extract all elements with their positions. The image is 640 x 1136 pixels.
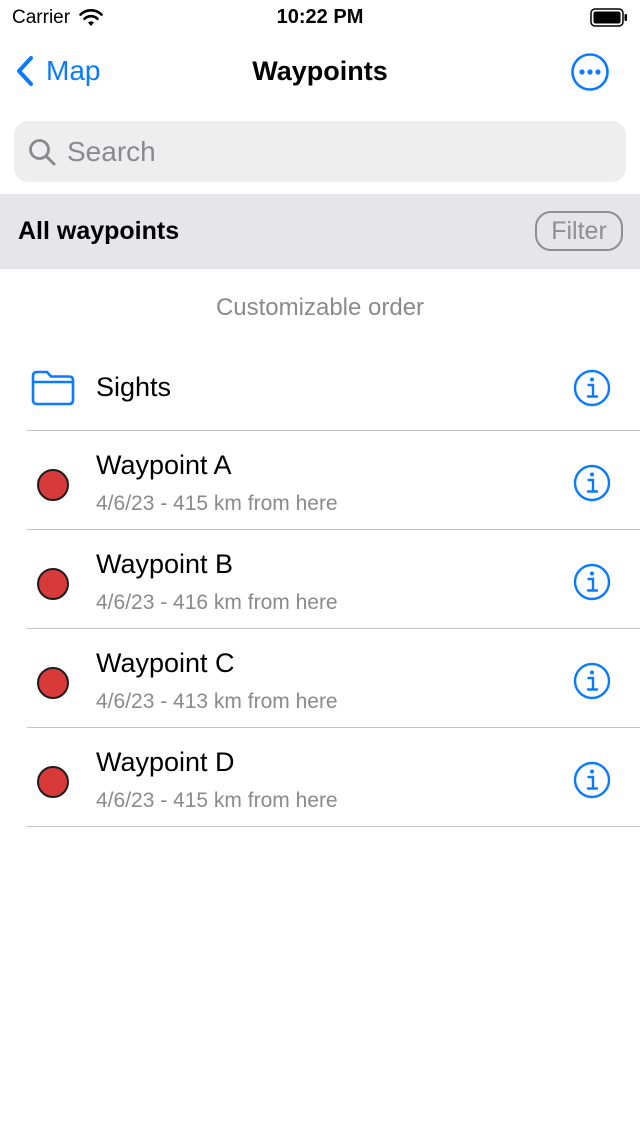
search-bar — [14, 121, 626, 182]
waypoint-subtitle: 4/6/23 - 413 km from here — [96, 690, 338, 713]
waypoint-dot-icon — [37, 568, 69, 600]
folder-row-sights[interactable]: Sights — [0, 345, 640, 431]
ellipsis-circle-icon[interactable] — [570, 52, 610, 92]
waypoint-name: Waypoint D — [96, 747, 235, 777]
status-time: 10:22 PM — [276, 6, 364, 28]
waypoint-row[interactable]: Waypoint B 4/6/23 - 416 km from here — [0, 530, 640, 629]
folder-label: Sights — [96, 372, 172, 402]
info-icon[interactable] — [573, 563, 611, 601]
waypoint-name: Waypoint B — [96, 549, 234, 579]
info-icon[interactable] — [573, 369, 611, 407]
waypoint-subtitle: 4/6/23 - 415 km from here — [96, 789, 338, 812]
info-icon[interactable] — [573, 662, 611, 700]
waypoint-dot-icon — [37, 667, 69, 699]
filter-button[interactable]: Filter — [535, 211, 623, 251]
navigation-bar: Map Waypoints — [0, 36, 640, 108]
order-note: Customizable order — [215, 294, 425, 321]
status-bar: Carrier 10:22 PM — [0, 0, 640, 36]
waypoint-row[interactable]: Waypoint D 4/6/23 - 415 km from here — [0, 728, 640, 827]
folder-icon — [31, 370, 75, 406]
page-title: Waypoints — [252, 56, 388, 86]
battery-icon — [590, 8, 627, 27]
section-title: All waypoints — [18, 217, 180, 245]
waypoint-dot-icon — [37, 766, 69, 798]
row-divider — [27, 826, 640, 827]
waypoint-name: Waypoint A — [96, 450, 232, 480]
waypoint-subtitle: 4/6/23 - 416 km from here — [96, 591, 338, 614]
info-icon[interactable] — [573, 464, 611, 502]
info-icon[interactable] — [573, 761, 611, 799]
search-input[interactable] — [67, 135, 607, 168]
waypoint-name: Waypoint C — [96, 648, 235, 678]
waypoint-row[interactable]: Waypoint C 4/6/23 - 413 km from here — [0, 629, 640, 728]
search-icon — [29, 138, 56, 165]
waypoint-list: Sights Waypoint A 4/6/23 - 415 km from h… — [0, 345, 640, 827]
waypoint-row[interactable]: Waypoint A 4/6/23 - 415 km from here — [0, 431, 640, 530]
waypoint-subtitle: 4/6/23 - 415 km from here — [96, 492, 338, 515]
section-header: All waypoints Filter — [0, 194, 640, 269]
waypoint-dot-icon — [37, 469, 69, 501]
